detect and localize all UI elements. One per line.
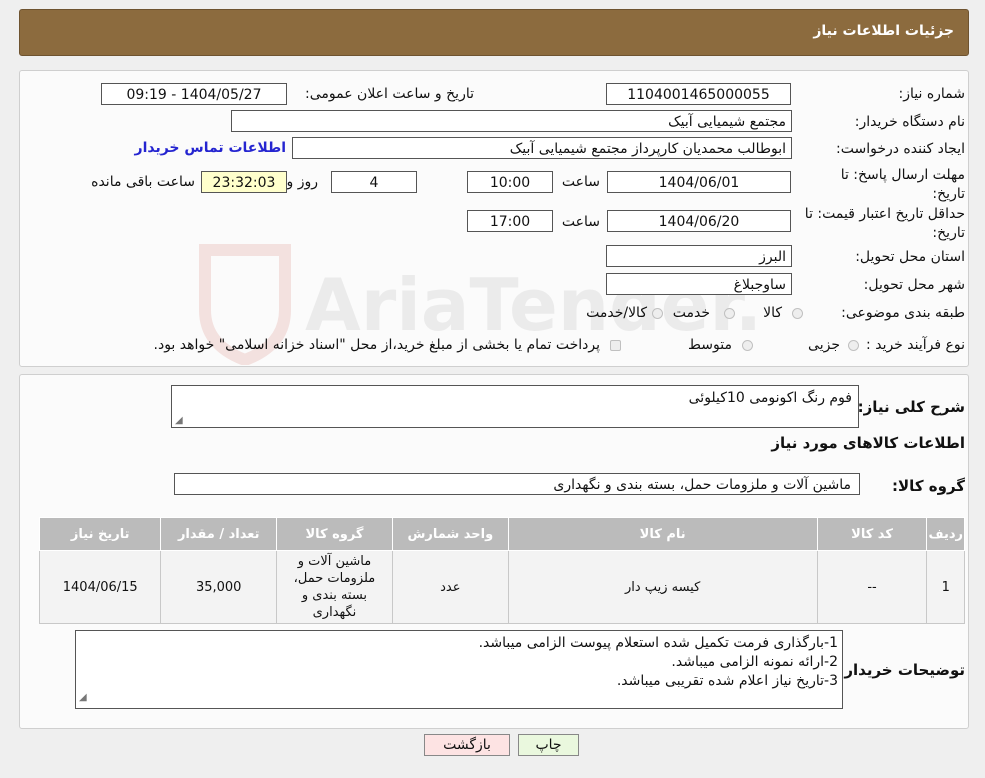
remaining-time-field: 23:32:03 [201, 171, 287, 193]
deadline-label-line2: تاریخ: [932, 186, 965, 202]
deadline-label-line1: مهلت ارسال پاسخ: تا [840, 167, 965, 183]
process-radio-partial[interactable] [848, 340, 859, 351]
goods-group-field: ماشین آلات و ملزومات حمل، بسته بندی و نگ… [174, 473, 860, 495]
days-label: روز و [286, 174, 319, 190]
process-option-partial: جزیی [808, 337, 840, 353]
remaining-time-label: ساعت باقی مانده [91, 174, 195, 190]
category-radio-goods[interactable] [792, 308, 803, 319]
category-label: طبقه بندی موضوعی: [841, 305, 965, 321]
goods-group-label: گروه کالا: [892, 477, 965, 495]
province-field: البرز [606, 245, 792, 267]
deadline-label: مهلت ارسال پاسخ: تا تاریخ: [841, 166, 965, 204]
buyer-note-line: 1-بارگذاری فرمت تکمیل شده استعلام پیوست … [478, 635, 838, 651]
category-radio-goods-service[interactable] [652, 308, 663, 319]
validity-label-line1: حداقل تاریخ اعتبار قیمت: تا [804, 206, 965, 222]
buyer-org-label: نام دستگاه خریدار: [854, 114, 965, 130]
cell-item-code: -- [816, 550, 928, 624]
goods-table-header: ردیف کد کالا نام کالا واحد شمارش گروه کا… [38, 517, 965, 551]
cell-row-no: 1 [926, 550, 965, 624]
process-note: پرداخت تمام یا بخشی از مبلغ خرید،از محل … [153, 337, 600, 353]
cell-unit: عدد [391, 550, 509, 624]
back-button[interactable]: بازگشت [424, 734, 510, 756]
general-desc-text: فوم رنگ اکونومی 10کیلوئی [688, 390, 852, 406]
goods-table: ردیف کد کالا نام کالا واحد شمارش گروه کا… [38, 517, 965, 624]
category-option-goods: کالا [763, 305, 782, 321]
general-desc-label: شرح کلی نیاز: [857, 398, 965, 416]
payment-treasury-checkbox[interactable] [610, 340, 621, 351]
announce-date-field: 1404/05/27 - 09:19 [101, 83, 287, 105]
buyer-org-field: مجتمع شیمیایی آبیک [231, 110, 792, 132]
category-radio-service[interactable] [724, 308, 735, 319]
page-title: جزئیات اطلاعات نیاز [813, 23, 954, 39]
col-unit: واحد شمارش [391, 517, 509, 551]
need-number-label: شماره نیاز: [898, 86, 966, 102]
col-goods-group: گروه کالا [275, 517, 393, 551]
col-item-code: کد کالا [816, 517, 928, 551]
deadline-date-field: 1404/06/01 [607, 171, 791, 193]
process-label: نوع فرآیند خرید : [866, 337, 965, 353]
resize-grip-icon: ◢ [79, 692, 87, 703]
buyer-notes-label: توضیحات خریدار: [838, 661, 965, 679]
general-desc-field: فوم رنگ اکونومی 10کیلوئی ◢ [171, 385, 859, 428]
creator-label: ایجاد کننده درخواست: [836, 141, 965, 157]
col-need-date: تاریخ نیاز [38, 517, 162, 551]
deadline-time-field: 10:00 [467, 171, 553, 193]
remaining-days-field: 4 [331, 171, 417, 193]
validity-date-field: 1404/06/20 [607, 210, 791, 232]
col-row-no: ردیف [926, 517, 965, 551]
print-button[interactable]: چاپ [518, 734, 579, 756]
cell-need-date: 1404/06/15 [38, 550, 162, 624]
city-label: شهر محل تحویل: [863, 277, 965, 293]
buyer-contact-link[interactable]: اطلاعات تماس خریدار [135, 140, 286, 156]
process-option-medium: متوسط [688, 337, 732, 353]
validity-time-field: 17:00 [467, 210, 553, 232]
city-field: ساوجبلاغ [606, 273, 792, 295]
cell-item-name: کیسه زیپ دار [507, 550, 818, 624]
validity-hour-label: ساعت [561, 214, 600, 230]
announce-date-label: تاریخ و ساعت اعلان عمومی: [305, 86, 474, 102]
buyer-note-line: 2-ارائه نمونه الزامی میباشد. [671, 654, 838, 670]
table-row: 1 -- کیسه زیپ دار عدد ماشین آلات و ملزوم… [38, 550, 965, 624]
resize-grip-icon: ◢ [175, 415, 183, 426]
goods-info-title: اطلاعات کالاهای مورد نیاز [771, 434, 965, 452]
cell-goods-group: ماشین آلات و ملزومات حمل، بسته بندی و نگ… [275, 550, 393, 624]
deadline-hour-label: ساعت [561, 174, 600, 190]
category-option-service: خدمت [672, 305, 710, 321]
buyer-note-line: 3-تاریخ نیاز اعلام شده تقریبی میباشد. [616, 673, 838, 689]
buyer-notes-field: 1-بارگذاری فرمت تکمیل شده استعلام پیوست … [75, 630, 843, 709]
process-radio-medium[interactable] [742, 340, 753, 351]
validity-label: حداقل تاریخ اعتبار قیمت: تا تاریخ: [805, 205, 965, 243]
province-label: استان محل تحویل: [855, 249, 965, 265]
category-option-goods-service: کالا/خدمت [586, 305, 647, 321]
col-item-name: نام کالا [507, 517, 818, 551]
page-header: جزئیات اطلاعات نیاز [19, 9, 969, 56]
validity-label-line2: تاریخ: [932, 225, 965, 241]
creator-field: ابوطالب محمدیان کارپرداز مجتمع شیمیایی آ… [292, 137, 792, 159]
cell-quantity: 35,000 [160, 550, 277, 624]
need-number-field: 1104001465000055 [606, 83, 791, 105]
col-quantity: تعداد / مقدار [160, 517, 277, 551]
